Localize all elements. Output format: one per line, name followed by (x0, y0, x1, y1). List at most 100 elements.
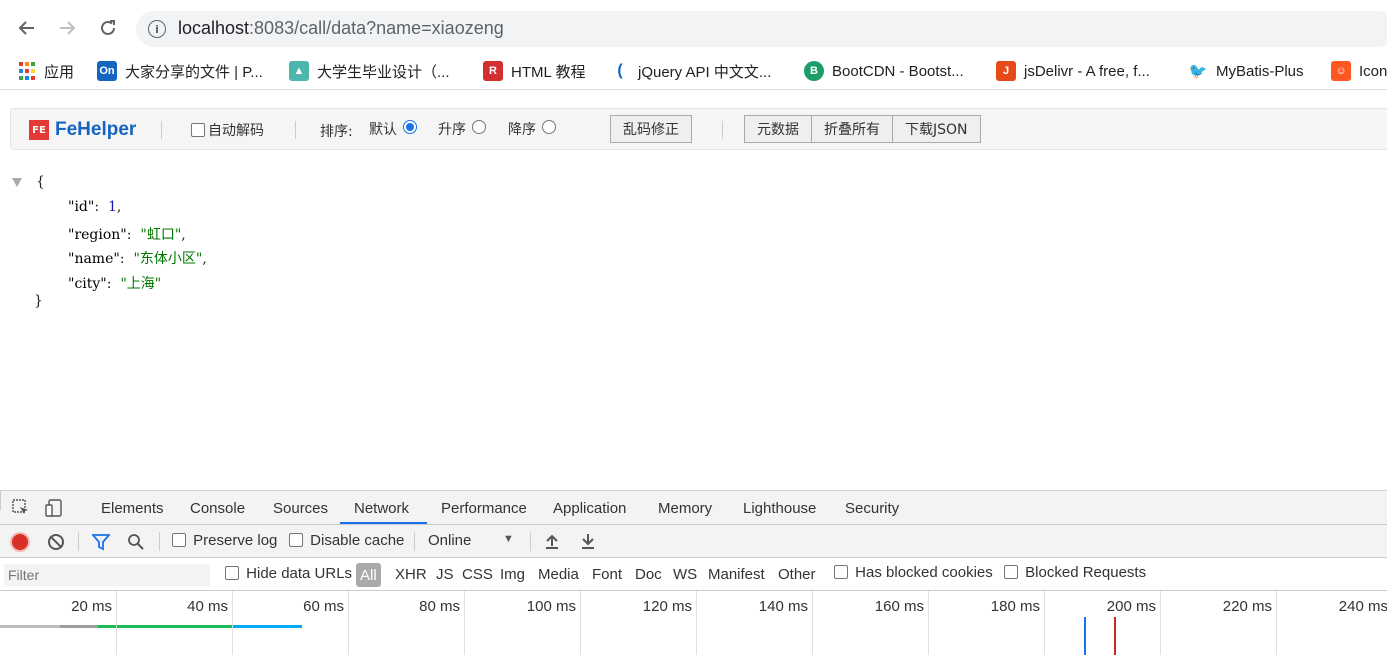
radio-unselected[interactable] (542, 120, 556, 134)
checkbox-box[interactable] (834, 565, 848, 579)
bookmark-iconfont[interactable]: ☺ Icon (1331, 60, 1387, 82)
checkbox-box[interactable] (172, 533, 186, 547)
throttling-select[interactable]: Online (428, 532, 471, 549)
type-filter-doc[interactable]: Doc (635, 566, 662, 583)
network-toolbar: Preserve log Disable cache Online ▼ (0, 525, 1387, 558)
bookmark-label: jQuery API 中文文... (638, 63, 772, 81)
inspect-element-icon[interactable] (12, 499, 30, 517)
type-filter-css[interactable]: CSS (462, 566, 493, 583)
raw-data-button[interactable]: 元数据 (744, 115, 812, 143)
sort-label: 排序: (320, 124, 353, 140)
timeline-tick-label: 100 ms (526, 598, 576, 615)
timeline-gridline (1276, 591, 1277, 655)
runoob-icon: R (483, 61, 503, 81)
json-value: "上海" (120, 276, 162, 292)
collapse-triangle-icon[interactable] (12, 178, 22, 187)
checkbox-box[interactable] (225, 566, 239, 580)
type-filter-manifest[interactable]: Manifest (708, 566, 765, 583)
timeline-tick-label: 240 ms (1338, 598, 1387, 615)
timeline-tick-label: 220 ms (1222, 598, 1272, 615)
fix-garbled-button[interactable]: 乱码修正 (610, 115, 692, 143)
json-key: "region" (68, 227, 127, 243)
divider (530, 532, 531, 551)
checkbox-box[interactable] (191, 123, 205, 137)
type-filter-js[interactable]: JS (436, 566, 454, 583)
preserve-log-checkbox[interactable]: Preserve log (172, 532, 277, 549)
json-value: 1 (107, 199, 117, 215)
has-blocked-cookies-checkbox[interactable]: Has blocked cookies (834, 564, 993, 581)
timeline-tick-label: 140 ms (758, 598, 808, 615)
download-json-button[interactable]: 下载JSON (893, 115, 981, 143)
url-omnibox[interactable]: i localhost:8083/call/data?name=xiaozeng (136, 11, 1387, 47)
bookmark-mybatis-plus[interactable]: 🐦 MyBatis-Plus (1188, 60, 1304, 82)
bookmark-html-tutorial[interactable]: R HTML 教程 (483, 60, 585, 82)
sort-desc-radio[interactable]: 降序 (508, 119, 556, 139)
bookmark-bootcdn[interactable]: B BootCDN - Bootst... (804, 60, 964, 82)
fehelper-logo[interactable]: FE FeHelper (29, 119, 136, 141)
tab-performance[interactable]: Performance (441, 500, 527, 517)
dom-content-loaded-marker (1084, 617, 1086, 655)
type-filter-font[interactable]: Font (592, 566, 622, 583)
hide-data-urls-checkbox[interactable]: Hide data URLs (225, 565, 352, 582)
json-entry-id: "id": 1, (68, 199, 122, 215)
json-entry-city: "city": "上海" (68, 276, 162, 292)
url-text[interactable]: localhost:8083/call/data?name=xiaozeng (178, 18, 504, 39)
type-filter-ws[interactable]: WS (673, 566, 697, 583)
bird-icon: 🐦 (1188, 63, 1208, 80)
radio-selected[interactable] (403, 120, 417, 134)
site-info-icon[interactable]: i (148, 20, 166, 38)
timeline-gridline (1044, 591, 1045, 655)
bookmark-graduation-design[interactable]: ▲ 大学生毕业设计（... (289, 60, 450, 82)
sort-default-radio[interactable]: 默认 (369, 119, 417, 139)
search-icon[interactable] (127, 533, 145, 551)
blocked-requests-checkbox[interactable]: Blocked Requests (1004, 564, 1146, 581)
json-key: "id" (68, 199, 95, 215)
disable-cache-checkbox[interactable]: Disable cache (289, 532, 404, 549)
export-har-icon[interactable] (579, 532, 597, 550)
blocked-requests-label: Blocked Requests (1025, 564, 1147, 581)
filter-funnel-icon[interactable] (92, 533, 110, 551)
divider (0, 491, 1, 510)
checkbox-box[interactable] (289, 533, 303, 547)
dropdown-arrow-icon[interactable]: ▼ (503, 533, 514, 545)
clear-icon[interactable] (48, 534, 64, 550)
tab-elements[interactable]: Elements (101, 500, 164, 517)
radio-unselected[interactable] (472, 120, 486, 134)
timeline-gridline (696, 591, 697, 655)
bookmark-shared-files[interactable]: On 大家分享的文件 | P... (97, 60, 263, 82)
tab-lighthouse[interactable]: Lighthouse (743, 500, 816, 517)
tab-security[interactable]: Security (845, 500, 899, 517)
hide-data-urls-label: Hide data URLs (246, 565, 353, 582)
filter-input[interactable] (4, 564, 210, 586)
collapse-all-button[interactable]: 折叠所有 (812, 115, 893, 143)
divider (78, 532, 79, 551)
bookmark-apps[interactable]: 应用 (18, 60, 74, 82)
jquery-icon: ( (617, 62, 623, 79)
tab-sources[interactable]: Sources (273, 500, 328, 517)
tab-console[interactable]: Console (190, 500, 245, 517)
type-filter-xhr[interactable]: XHR (395, 566, 427, 583)
bookmark-jsdelivr[interactable]: J jsDelivr - A free, f... (996, 60, 1150, 82)
back-arrow-icon[interactable] (13, 14, 41, 42)
device-toolbar-icon[interactable] (45, 499, 63, 517)
auto-decode-checkbox[interactable]: 自动解码 (191, 120, 264, 140)
tab-application[interactable]: Application (553, 500, 626, 517)
load-event-marker (1114, 617, 1116, 655)
type-filter-media[interactable]: Media (538, 566, 579, 583)
sort-asc-radio[interactable]: 升序 (438, 119, 486, 139)
has-blocked-cookies-label: Has blocked cookies (855, 564, 993, 581)
on-logo-icon: On (97, 61, 117, 81)
network-overview-timeline[interactable]: 20 ms 40 ms 60 ms 80 ms 100 ms 120 ms 140 ms 16… (0, 591, 1387, 655)
reload-icon[interactable] (94, 14, 122, 42)
tab-network[interactable]: Network (354, 500, 409, 517)
type-filter-img[interactable]: Img (500, 566, 525, 583)
bookmark-jquery-api[interactable]: ( jQuery API 中文文... (610, 60, 771, 82)
record-icon[interactable] (12, 534, 28, 550)
checkbox-box[interactable] (1004, 565, 1018, 579)
timeline-bar-download (232, 625, 302, 628)
tab-memory[interactable]: Memory (658, 500, 712, 517)
forward-arrow-icon[interactable] (53, 14, 81, 42)
type-filter-other[interactable]: Other (778, 566, 816, 583)
import-har-icon[interactable] (543, 532, 561, 550)
type-filter-all[interactable]: All (356, 563, 381, 587)
